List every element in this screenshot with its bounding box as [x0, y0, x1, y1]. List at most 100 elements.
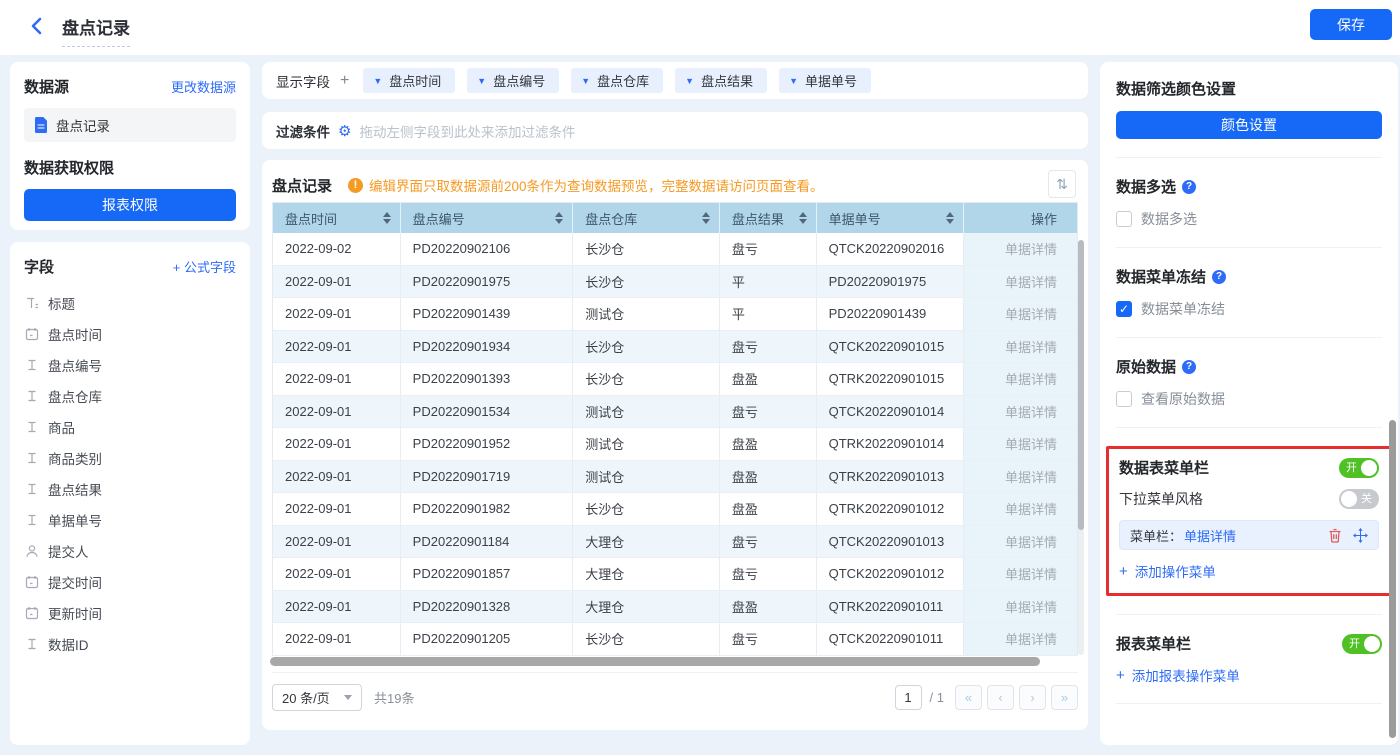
report-permission-button[interactable]: 报表权限 — [24, 189, 236, 221]
text-icon — [24, 420, 39, 434]
raw-data-checkbox-row[interactable]: 查看原始数据 — [1116, 389, 1382, 409]
row-action-link[interactable]: 单据详情 — [964, 233, 1077, 265]
menubar-item[interactable]: 菜单栏： 单据详情 — [1119, 520, 1379, 550]
gear-icon[interactable]: ⚙ — [338, 122, 351, 140]
row-action-link[interactable]: 单据详情 — [964, 558, 1077, 590]
field-item[interactable]: 数据ID — [24, 628, 236, 659]
table-cell: QTCK20220901014 — [817, 396, 965, 428]
last-page-button[interactable]: » — [1051, 685, 1078, 710]
row-action-link[interactable]: 单据详情 — [964, 591, 1077, 623]
field-item[interactable]: 盘点编号 — [24, 349, 236, 380]
display-field-chip[interactable]: ▼单据单号 — [779, 68, 871, 93]
add-report-action-menu-link[interactable]: + 添加报表操作菜单 — [1116, 665, 1382, 685]
page-size-select[interactable]: 20 条/页 — [272, 684, 362, 711]
column-header[interactable]: 操作 — [964, 203, 1077, 233]
column-header[interactable]: 盘点编号 — [401, 203, 574, 233]
display-field-chip[interactable]: ▼盘点时间 — [363, 68, 455, 93]
display-field-chip[interactable]: ▼盘点编号 — [467, 68, 559, 93]
row-action-link[interactable]: 单据详情 — [964, 396, 1077, 428]
dropdown-style-toggle[interactable]: 关 — [1339, 489, 1379, 509]
table-cell: 长沙仓 — [573, 623, 720, 655]
menu-freeze-checkbox-row[interactable]: ✓ 数据菜单冻结 — [1116, 299, 1382, 319]
row-action-link[interactable]: 单据详情 — [964, 526, 1077, 558]
raw-data-checkbox[interactable] — [1116, 391, 1132, 407]
field-item[interactable]: 盘点结果 — [24, 473, 236, 504]
column-header[interactable]: 盘点仓库 — [573, 203, 720, 233]
table-horizontal-scrollbar[interactable] — [270, 657, 1040, 666]
multi-select-checkbox-row[interactable]: 数据多选 — [1116, 209, 1382, 229]
menubar-item-value[interactable]: 单据详情 — [1184, 526, 1236, 545]
multi-select-checkbox[interactable] — [1116, 211, 1132, 227]
move-icon[interactable] — [1353, 528, 1368, 543]
row-action-link[interactable]: 单据详情 — [964, 493, 1077, 525]
column-header[interactable]: 盘点结果 — [720, 203, 817, 233]
title-icon — [24, 296, 39, 310]
first-page-button[interactable]: « — [955, 685, 982, 710]
page-number-input[interactable] — [895, 685, 922, 710]
table-cell: PD20220901982 — [401, 493, 574, 525]
field-item[interactable]: 提交时间 — [24, 566, 236, 597]
save-button[interactable]: 保存 — [1310, 9, 1392, 40]
help-icon[interactable]: ? — [1182, 180, 1196, 194]
fields-panel: 字段 + 公式字段 标题盘点时间盘点编号盘点仓库商品商品类别盘点结果单据单号提交… — [10, 242, 250, 745]
sort-icon[interactable] — [555, 208, 563, 228]
panel-scrollbar[interactable] — [1389, 420, 1396, 738]
row-action-link[interactable]: 单据详情 — [964, 363, 1077, 395]
field-item[interactable]: 提交人 — [24, 535, 236, 566]
table-title: 盘点记录 — [272, 175, 332, 196]
datasource-item[interactable]: 盘点记录 — [24, 108, 236, 142]
sort-icon[interactable] — [946, 208, 954, 228]
row-action-link[interactable]: 单据详情 — [964, 266, 1077, 298]
table-cell: 长沙仓 — [573, 493, 720, 525]
table-menubar-toggle[interactable]: 开 — [1339, 458, 1379, 478]
raw-data-title: 原始数据 ? — [1116, 356, 1382, 377]
display-field-chip[interactable]: ▼盘点仓库 — [571, 68, 663, 93]
field-item[interactable]: 单据单号 — [24, 504, 236, 535]
filter-placeholder: 拖动左侧字段到此处来添加过滤条件 — [359, 121, 575, 141]
add-display-field-button[interactable]: + — [340, 72, 349, 90]
field-label: 盘点仓库 — [48, 386, 102, 406]
column-header[interactable]: 单据单号 — [817, 203, 965, 233]
table-row: 2022-09-01PD20220901439测试仓平PD20220901439… — [273, 298, 1077, 331]
change-datasource-link[interactable]: 更改数据源 — [171, 77, 236, 96]
table-header-row: 盘点时间盘点编号盘点仓库盘点结果单据单号操作 — [273, 203, 1077, 233]
field-label: 单据单号 — [48, 510, 102, 530]
trash-icon[interactable] — [1328, 528, 1342, 543]
field-item[interactable]: 盘点仓库 — [24, 380, 236, 411]
field-item[interactable]: 标题 — [24, 287, 236, 318]
field-item[interactable]: 商品类别 — [24, 442, 236, 473]
help-icon[interactable]: ? — [1182, 360, 1196, 374]
sort-settings-button[interactable]: ⇅ — [1048, 170, 1076, 198]
field-item[interactable]: 盘点时间 — [24, 318, 236, 349]
divider — [1116, 337, 1382, 338]
sort-icon[interactable] — [799, 208, 807, 228]
table-row: 2022-09-01PD20220901982长沙仓盘盈QTRK20220901… — [273, 493, 1077, 526]
report-menubar-title: 报表菜单栏 — [1116, 633, 1191, 654]
color-settings-button[interactable]: 颜色设置 — [1116, 111, 1382, 139]
column-header[interactable]: 盘点时间 — [273, 203, 401, 233]
display-field-chip[interactable]: ▼盘点结果 — [675, 68, 767, 93]
sort-icon[interactable] — [383, 208, 391, 228]
row-action-link[interactable]: 单据详情 — [964, 298, 1077, 330]
add-formula-field-link[interactable]: + 公式字段 — [173, 257, 236, 276]
table-vertical-scrollbar[interactable] — [1078, 240, 1084, 655]
help-icon[interactable]: ? — [1212, 270, 1226, 284]
row-action-link[interactable]: 单据详情 — [964, 623, 1077, 655]
table-row: 2022-09-01PD20220901857大理仓盘亏QTCK20220901… — [273, 558, 1077, 591]
field-item[interactable]: 更新时间 — [24, 597, 236, 628]
row-action-link[interactable]: 单据详情 — [964, 461, 1077, 493]
row-action-link[interactable]: 单据详情 — [964, 331, 1077, 363]
table-cell: 2022-09-01 — [273, 331, 401, 363]
prev-page-button[interactable]: ‹ — [987, 685, 1014, 710]
table-cell: QTRK20220901012 — [817, 493, 965, 525]
report-menubar-toggle[interactable]: 开 — [1342, 634, 1382, 654]
add-action-menu-link[interactable]: + 添加操作菜单 — [1119, 561, 1379, 581]
row-action-link[interactable]: 单据详情 — [964, 428, 1077, 460]
back-button[interactable] — [28, 16, 48, 38]
chip-label: 盘点时间 — [389, 71, 441, 90]
field-item[interactable]: 商品 — [24, 411, 236, 442]
menu-freeze-checkbox[interactable]: ✓ — [1116, 301, 1132, 317]
sort-icon[interactable] — [702, 208, 710, 228]
next-page-button[interactable]: › — [1019, 685, 1046, 710]
warning-icon: ! — [348, 178, 363, 193]
